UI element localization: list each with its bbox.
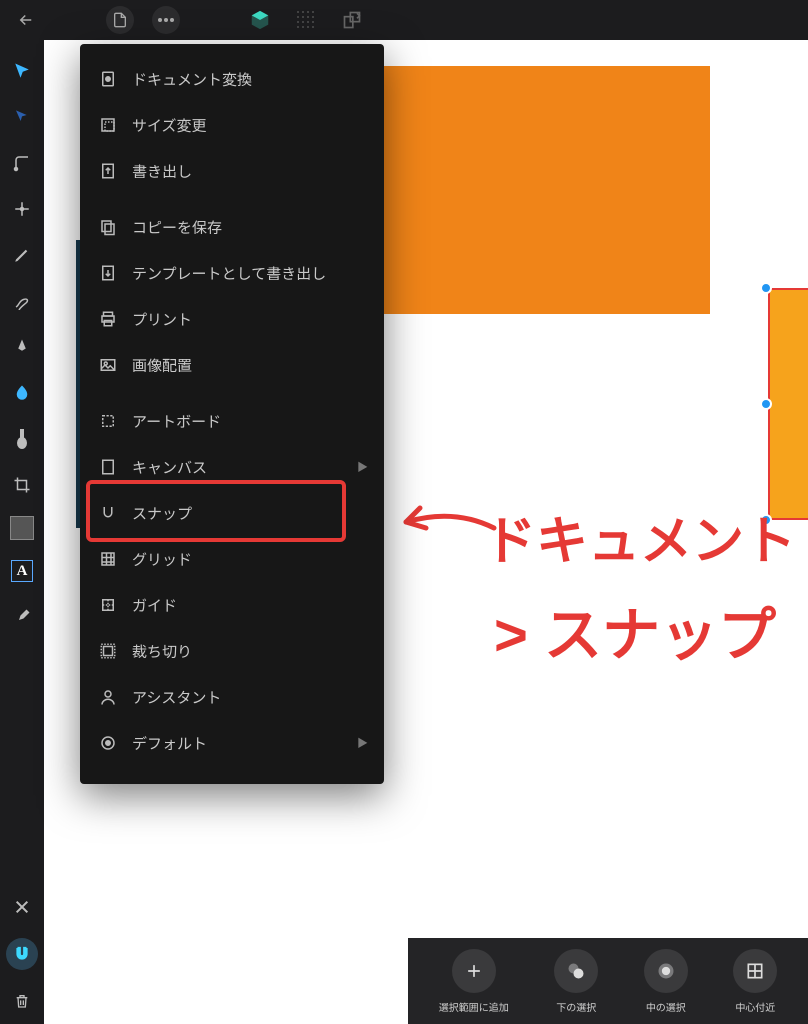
more-button[interactable]: [152, 6, 180, 34]
menu-item-label: アシスタント: [132, 687, 221, 708]
menu-item-label: 画像配置: [132, 355, 192, 376]
eyedropper-tool[interactable]: [7, 602, 37, 632]
context-label: 中心付近: [735, 999, 775, 1014]
menu-item-artboard[interactable]: アートボード: [80, 398, 384, 444]
selection-handle[interactable]: [760, 398, 772, 410]
menu-item-label: 裁ち切り: [132, 641, 192, 662]
crop-tool[interactable]: [7, 470, 37, 500]
tool-sidebar: A: [0, 40, 44, 1024]
menu-item-save-copy[interactable]: コピーを保存: [80, 204, 384, 250]
menu-item-label: スナップ: [132, 503, 192, 524]
context-center[interactable]: 中心付近: [733, 949, 777, 1014]
delete-button[interactable]: [7, 986, 37, 1016]
menu-item-grid[interactable]: グリッド: [80, 536, 384, 582]
menu-item-assistant[interactable]: アシスタント: [80, 674, 384, 720]
vector-brush-tool[interactable]: [7, 286, 37, 316]
menu-item-guide[interactable]: ガイド: [80, 582, 384, 628]
menu-item-print[interactable]: プリント: [80, 296, 384, 342]
guide-icon: [98, 595, 118, 615]
menu-item-place-image[interactable]: 画像配置: [80, 342, 384, 388]
point-transform-tool[interactable]: [7, 194, 37, 224]
menu-item-resize[interactable]: サイズ変更: [80, 102, 384, 148]
context-below[interactable]: 下の選択: [554, 949, 598, 1014]
context-bar: 選択範囲に追加 下の選択 中の選択 中心付近: [408, 938, 808, 1024]
default-icon: [98, 733, 118, 753]
artboard-icon: [98, 411, 118, 431]
context-inside[interactable]: 中の選択: [644, 949, 688, 1014]
menu-item-label: プリント: [132, 309, 192, 330]
persona-designer-button[interactable]: [246, 6, 274, 34]
export-icon: [98, 161, 118, 181]
snap-icon: [98, 503, 118, 523]
menu-item-label: テンプレートとして書き出し: [132, 263, 326, 284]
menu-item-label: デフォルト: [132, 733, 207, 754]
resize-icon: [98, 115, 118, 135]
plus-icon: [452, 949, 496, 993]
menu-item-label: ドキュメント変換: [132, 69, 252, 90]
menu-item-label: ガイド: [132, 595, 177, 616]
transform-studio-button[interactable]: [338, 6, 366, 34]
selection-handle[interactable]: [760, 282, 772, 294]
menu-item-label: サイズ変更: [132, 115, 207, 136]
inside-icon: [644, 949, 688, 993]
menu-item-export[interactable]: 書き出し: [80, 148, 384, 194]
menu-item-bleed[interactable]: 裁ち切り: [80, 628, 384, 674]
top-toolbar: [0, 0, 808, 40]
pencil-tool[interactable]: [7, 240, 37, 270]
context-label: 中の選択: [646, 999, 686, 1014]
menu-item-snap[interactable]: スナップ: [80, 490, 384, 536]
menu-item-label: グリッド: [132, 549, 192, 570]
back-button[interactable]: [12, 6, 40, 34]
assistant-icon: [98, 687, 118, 707]
shape-orange-rect[interactable]: [384, 66, 710, 314]
grid-icon: [98, 549, 118, 569]
context-label: 選択範囲に追加: [439, 999, 509, 1014]
move-tool[interactable]: [7, 56, 37, 86]
context-label: 下の選択: [556, 999, 596, 1014]
gradient-tool[interactable]: [7, 424, 37, 454]
shape-selected-rect[interactable]: [768, 288, 808, 520]
pixel-grid-button[interactable]: [292, 6, 320, 34]
bleed-icon: [98, 641, 118, 661]
export-template-icon: [98, 263, 118, 283]
pen-tool[interactable]: [7, 332, 37, 362]
save-copy-icon: [98, 217, 118, 237]
menu-item-convert[interactable]: ドキュメント変換: [80, 56, 384, 102]
close-icon[interactable]: [7, 892, 37, 922]
menu-item-label: アートボード: [132, 411, 221, 432]
color-picker-tool[interactable]: [7, 378, 37, 408]
selection-handle[interactable]: [760, 514, 772, 526]
node-tool[interactable]: [7, 102, 37, 132]
menu-item-export-template[interactable]: テンプレートとして書き出し: [80, 250, 384, 296]
text-tool[interactable]: A: [7, 556, 37, 586]
menu-item-label: 書き出し: [132, 161, 192, 182]
fill-swatch[interactable]: [10, 516, 34, 540]
corner-tool[interactable]: [7, 148, 37, 178]
below-icon: [554, 949, 598, 993]
snap-toggle[interactable]: [6, 938, 38, 970]
chevron-right-icon: ▶: [357, 735, 368, 751]
chevron-right-icon: ▶: [357, 459, 368, 475]
center-icon: [733, 949, 777, 993]
convert-icon: [98, 69, 118, 89]
document-menu: ドキュメント変換サイズ変更書き出しコピーを保存テンプレートとして書き出しプリント…: [80, 44, 384, 784]
annotation-text-1: ドキュメント: [484, 510, 796, 575]
place-image-icon: [98, 355, 118, 375]
canvas-icon: [98, 457, 118, 477]
menu-item-label: コピーを保存: [132, 217, 222, 238]
context-plus[interactable]: 選択範囲に追加: [439, 949, 509, 1014]
print-icon: [98, 309, 118, 329]
annotation-text-2: > スナップ: [494, 600, 776, 673]
document-menu-button[interactable]: [106, 6, 134, 34]
menu-item-canvas[interactable]: キャンバス ▶: [80, 444, 384, 490]
menu-item-label: キャンバス: [132, 457, 207, 478]
menu-item-default[interactable]: デフォルト ▶: [80, 720, 384, 766]
